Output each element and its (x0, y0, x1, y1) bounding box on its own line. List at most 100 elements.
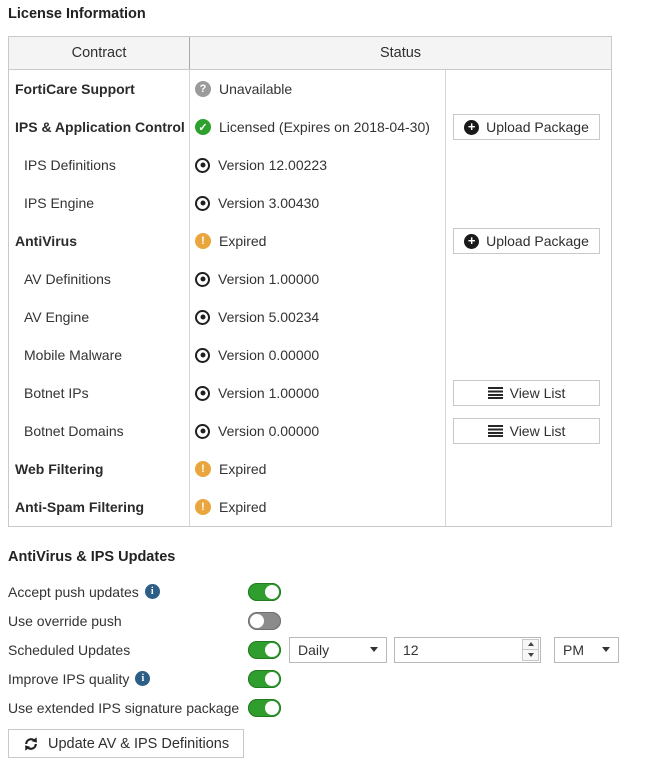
improve-ips-quality-toggle[interactable] (248, 669, 281, 688)
contract-name: IPS & Application Control (15, 119, 185, 135)
toggle-knob (265, 642, 279, 657)
contract-name: IPS Definitions (24, 157, 116, 173)
view-list-button[interactable]: View List (453, 418, 600, 444)
hour-spinner (522, 638, 539, 661)
table-row-anti-spam-filtering: Anti-Spam Filtering ! Expired (9, 488, 611, 526)
table-row-antivirus: AntiVirus ! Expired + Upload Package (9, 222, 611, 260)
spinner-up-button[interactable] (523, 640, 538, 650)
table-row-botnet-ips: Botnet IPs Version 1.00000 View List (9, 374, 611, 412)
contract-name: AntiVirus (15, 233, 77, 249)
view-list-button[interactable]: View List (453, 380, 600, 406)
status-text: Expired (219, 233, 267, 249)
contract-name: FortiCare Support (15, 81, 135, 97)
toggle-knob (265, 671, 279, 686)
chevron-down-icon (602, 647, 610, 652)
status-text: Version 3.00430 (218, 195, 320, 211)
warning-icon: ! (195, 461, 211, 477)
setting-label: Improve IPS quality (8, 670, 130, 687)
status-text: Expired (219, 461, 267, 477)
table-row-botnet-domains: Botnet Domains Version 0.00000 View List (9, 412, 611, 450)
button-label: View List (509, 385, 566, 401)
contract-name: AV Definitions (24, 271, 111, 287)
toggle-knob (250, 613, 264, 628)
warning-icon: ! (195, 233, 211, 249)
contract-column-header: Contract (9, 37, 190, 69)
upload-package-button[interactable]: + Upload Package (453, 114, 600, 140)
setting-row-improve-ips-quality: Improve IPS quality i (8, 664, 663, 693)
use-extended-ips-signature-package-toggle[interactable] (248, 698, 281, 717)
status-text: Version 5.00234 (218, 309, 320, 325)
version-icon (195, 271, 210, 287)
contract-name: Mobile Malware (24, 347, 123, 363)
license-table-body: FortiCare Support ? Unavailable IPS & Ap… (9, 70, 611, 526)
license-information-title: License Information (8, 6, 146, 22)
status-text: Version 1.00000 (218, 271, 320, 287)
hour-value: 12 (403, 641, 419, 658)
contract-name: Web Filtering (15, 461, 104, 477)
license-table-header: Contract Status (9, 37, 611, 70)
plus-circle-icon: + (464, 119, 480, 135)
meridiem-value: PM (563, 641, 584, 658)
table-row-ips-definitions: IPS Definitions Version 12.00223 (9, 146, 611, 184)
use-override-push-toggle[interactable] (248, 611, 281, 630)
table-row-ips-application-control: IPS & Application Control ✓ Licensed (Ex… (9, 108, 611, 146)
contract-name: Botnet IPs (24, 385, 89, 401)
contract-name: AV Engine (24, 309, 90, 325)
list-icon (487, 425, 503, 437)
plus-circle-icon: + (464, 233, 480, 249)
updates-settings: Accept push updates i Use override push … (8, 577, 663, 722)
license-table: Contract Status FortiCare Support ? Unav… (8, 36, 612, 527)
status-text: Version 0.00000 (218, 423, 320, 439)
meridiem-select[interactable]: PM (554, 636, 619, 663)
info-icon: i (135, 671, 151, 686)
scheduled-updates-toggle[interactable] (248, 640, 281, 659)
table-row-av-definitions: AV Definitions Version 1.00000 (9, 260, 611, 298)
version-icon (195, 195, 210, 211)
table-row-ips-engine: IPS Engine Version 3.00430 (9, 184, 611, 222)
triangle-down-icon (527, 652, 534, 657)
setting-row-use-extended-ips-signature-package: Use extended IPS signature package (8, 693, 663, 722)
table-row-forticare-support: FortiCare Support ? Unavailable (9, 70, 611, 108)
table-row-web-filtering: Web Filtering ! Expired (9, 450, 611, 488)
status-text: Expired (219, 499, 267, 515)
table-row-av-engine: AV Engine Version 5.00234 (9, 298, 611, 336)
spinner-down-button[interactable] (523, 650, 538, 660)
contract-name: IPS Engine (24, 195, 95, 211)
setting-row-use-override-push: Use override push (8, 606, 663, 635)
status-text: Version 12.00223 (218, 157, 327, 173)
toggle-knob (265, 584, 279, 599)
button-label: Upload Package (486, 233, 589, 249)
setting-label: Scheduled Updates (8, 641, 131, 658)
setting-label: Use override push (8, 612, 122, 629)
update-av-ips-definitions-button[interactable]: Update AV & IPS Definitions (8, 729, 245, 758)
status-text: Version 0.00000 (218, 347, 320, 363)
license-page: License Information Contract Status Fort… (0, 0, 671, 764)
refresh-icon (23, 736, 39, 752)
version-icon (195, 309, 210, 325)
update-button-label: Update AV & IPS Definitions (48, 735, 230, 752)
button-label: View List (509, 423, 566, 439)
version-icon (195, 423, 210, 439)
setting-label: Use extended IPS signature package (8, 699, 240, 716)
frequency-select[interactable]: Daily (289, 636, 387, 663)
status-text: Version 1.00000 (218, 385, 320, 401)
hour-input[interactable]: 12 (394, 636, 541, 663)
table-row-mobile-malware: Mobile Malware Version 0.00000 (9, 336, 611, 374)
version-icon (195, 385, 210, 401)
accept-push-updates-toggle[interactable] (248, 582, 281, 601)
button-label: Upload Package (486, 119, 589, 135)
check-icon: ✓ (195, 119, 211, 135)
triangle-up-icon (527, 642, 534, 647)
setting-row-scheduled-updates: Scheduled Updates Daily 12 PM (8, 635, 663, 664)
list-icon (487, 387, 503, 399)
version-icon (195, 347, 210, 363)
frequency-value: Daily (298, 641, 330, 658)
version-icon (195, 157, 210, 173)
antivirus-ips-updates-title: AntiVirus & IPS Updates (8, 549, 176, 565)
status-text: Licensed (Expires on 2018-04-30) (219, 119, 430, 135)
status-text: Unavailable (219, 81, 293, 97)
warning-icon: ! (195, 499, 211, 515)
contract-name: Anti-Spam Filtering (15, 499, 145, 515)
upload-package-button[interactable]: + Upload Package (453, 228, 600, 254)
status-column-header: Status (379, 45, 422, 61)
